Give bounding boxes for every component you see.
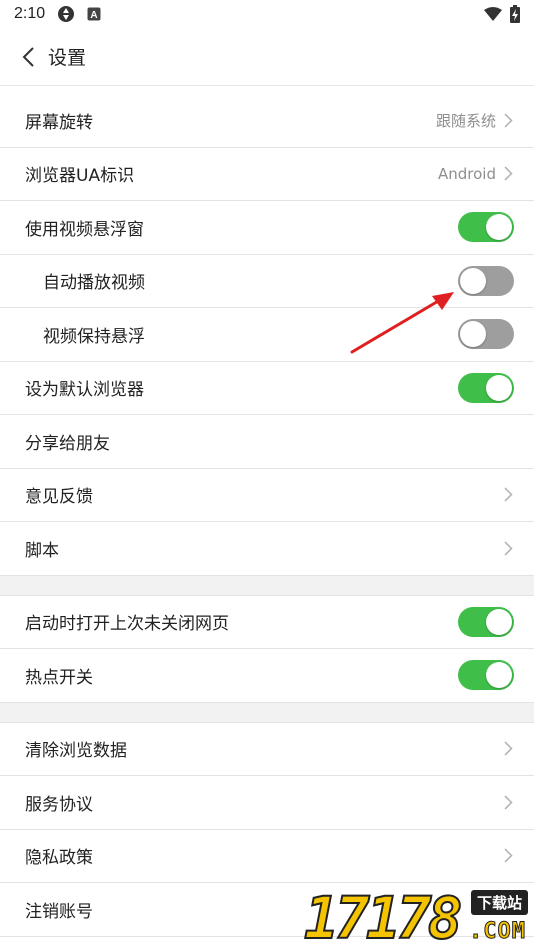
wifi-icon (484, 7, 502, 21)
section-gap (0, 575, 534, 596)
watermark-number: 17178 (303, 884, 464, 950)
setting-label: 热点开关 (25, 667, 93, 688)
setting-label: 清除浏览数据 (25, 741, 127, 762)
toggle-knob (486, 662, 512, 689)
watermark-badge: 下载站 (470, 890, 528, 915)
chevron-right-icon (502, 112, 514, 128)
chevron-right-icon (502, 794, 514, 810)
setting-label: 意见反馈 (25, 487, 93, 508)
setting-row[interactable]: 设为默认浏览器 (0, 361, 534, 415)
battery-charging-icon (510, 5, 520, 23)
chevron-right-icon (502, 487, 514, 503)
toggle-switch[interactable] (458, 660, 514, 691)
toggle-knob (486, 608, 512, 635)
chevron-left-icon (22, 46, 34, 67)
setting-row[interactable]: 热点开关 (0, 649, 534, 703)
toggle-switch[interactable] (458, 372, 514, 403)
setting-row[interactable]: 浏览器UA标识 Android (0, 147, 534, 201)
toggle-switch[interactable] (458, 319, 514, 350)
watermark-logo: 17178 下载站 .COM (303, 884, 532, 950)
toggle-switch[interactable] (458, 265, 514, 296)
setting-value: 跟随系统 (435, 111, 496, 130)
setting-label: 服务协议 (25, 794, 93, 815)
top-spacer (0, 86, 534, 94)
setting-row[interactable]: 脚本 (0, 522, 534, 576)
toggle-knob (460, 267, 486, 294)
setting-label: 浏览器UA标识 (25, 166, 135, 187)
setting-row[interactable]: 启动时打开上次未关闭网页 (0, 595, 534, 649)
a-badge-icon: A (85, 5, 103, 23)
toggle-knob (486, 374, 512, 401)
setting-label: 启动时打开上次未关闭网页 (25, 614, 229, 635)
setting-row[interactable]: 视频保持悬浮 (0, 308, 534, 362)
setting-row[interactable]: 屏幕旋转 跟随系统 (0, 94, 534, 148)
setting-label: 自动播放视频 (43, 273, 145, 294)
setting-label: 使用视频悬浮窗 (25, 219, 144, 240)
setting-row[interactable]: 使用视频悬浮窗 (0, 201, 534, 255)
setting-row[interactable]: 意见反馈 (0, 468, 534, 522)
setting-row[interactable]: 分享给朋友 (0, 415, 534, 469)
setting-value: Android (438, 164, 496, 183)
setting-label: 屏幕旋转 (25, 112, 93, 133)
toggle-switch[interactable] (458, 212, 514, 243)
chevron-right-icon (502, 848, 514, 864)
section-gap (0, 702, 534, 723)
back-button[interactable] (16, 45, 40, 69)
status-time: 2:10 (14, 5, 46, 22)
settings-list: 屏幕旋转 跟随系统浏览器UA标识 Android 使用视频悬浮窗自动播放视频 视频保持悬… (0, 94, 534, 937)
watermark-suffix: .COM (469, 919, 526, 945)
page-title: 设置 (48, 47, 87, 69)
setting-row[interactable]: 清除浏览数据 (0, 722, 534, 776)
chevron-right-icon (502, 540, 514, 556)
toggle-switch[interactable] (458, 606, 514, 637)
setting-row[interactable]: 隐私政策 (0, 829, 534, 883)
setting-label: 隐私政策 (25, 848, 93, 869)
setting-row[interactable]: 自动播放视频 (0, 254, 534, 308)
setting-label: 视频保持悬浮 (43, 326, 145, 347)
setting-row[interactable]: 服务协议 (0, 776, 534, 830)
toggle-knob (460, 321, 486, 348)
chevron-right-icon (502, 166, 514, 182)
status-bar: 2:10 A (0, 0, 534, 28)
title-bar: 设置 (0, 28, 534, 86)
toggle-knob (486, 214, 512, 241)
setting-label: 脚本 (25, 540, 59, 561)
chevron-right-icon (502, 741, 514, 757)
setting-label: 分享给朋友 (25, 433, 110, 454)
setting-label: 设为默认浏览器 (25, 380, 144, 401)
svg-text:A: A (91, 10, 98, 21)
sync-icon (57, 5, 75, 23)
